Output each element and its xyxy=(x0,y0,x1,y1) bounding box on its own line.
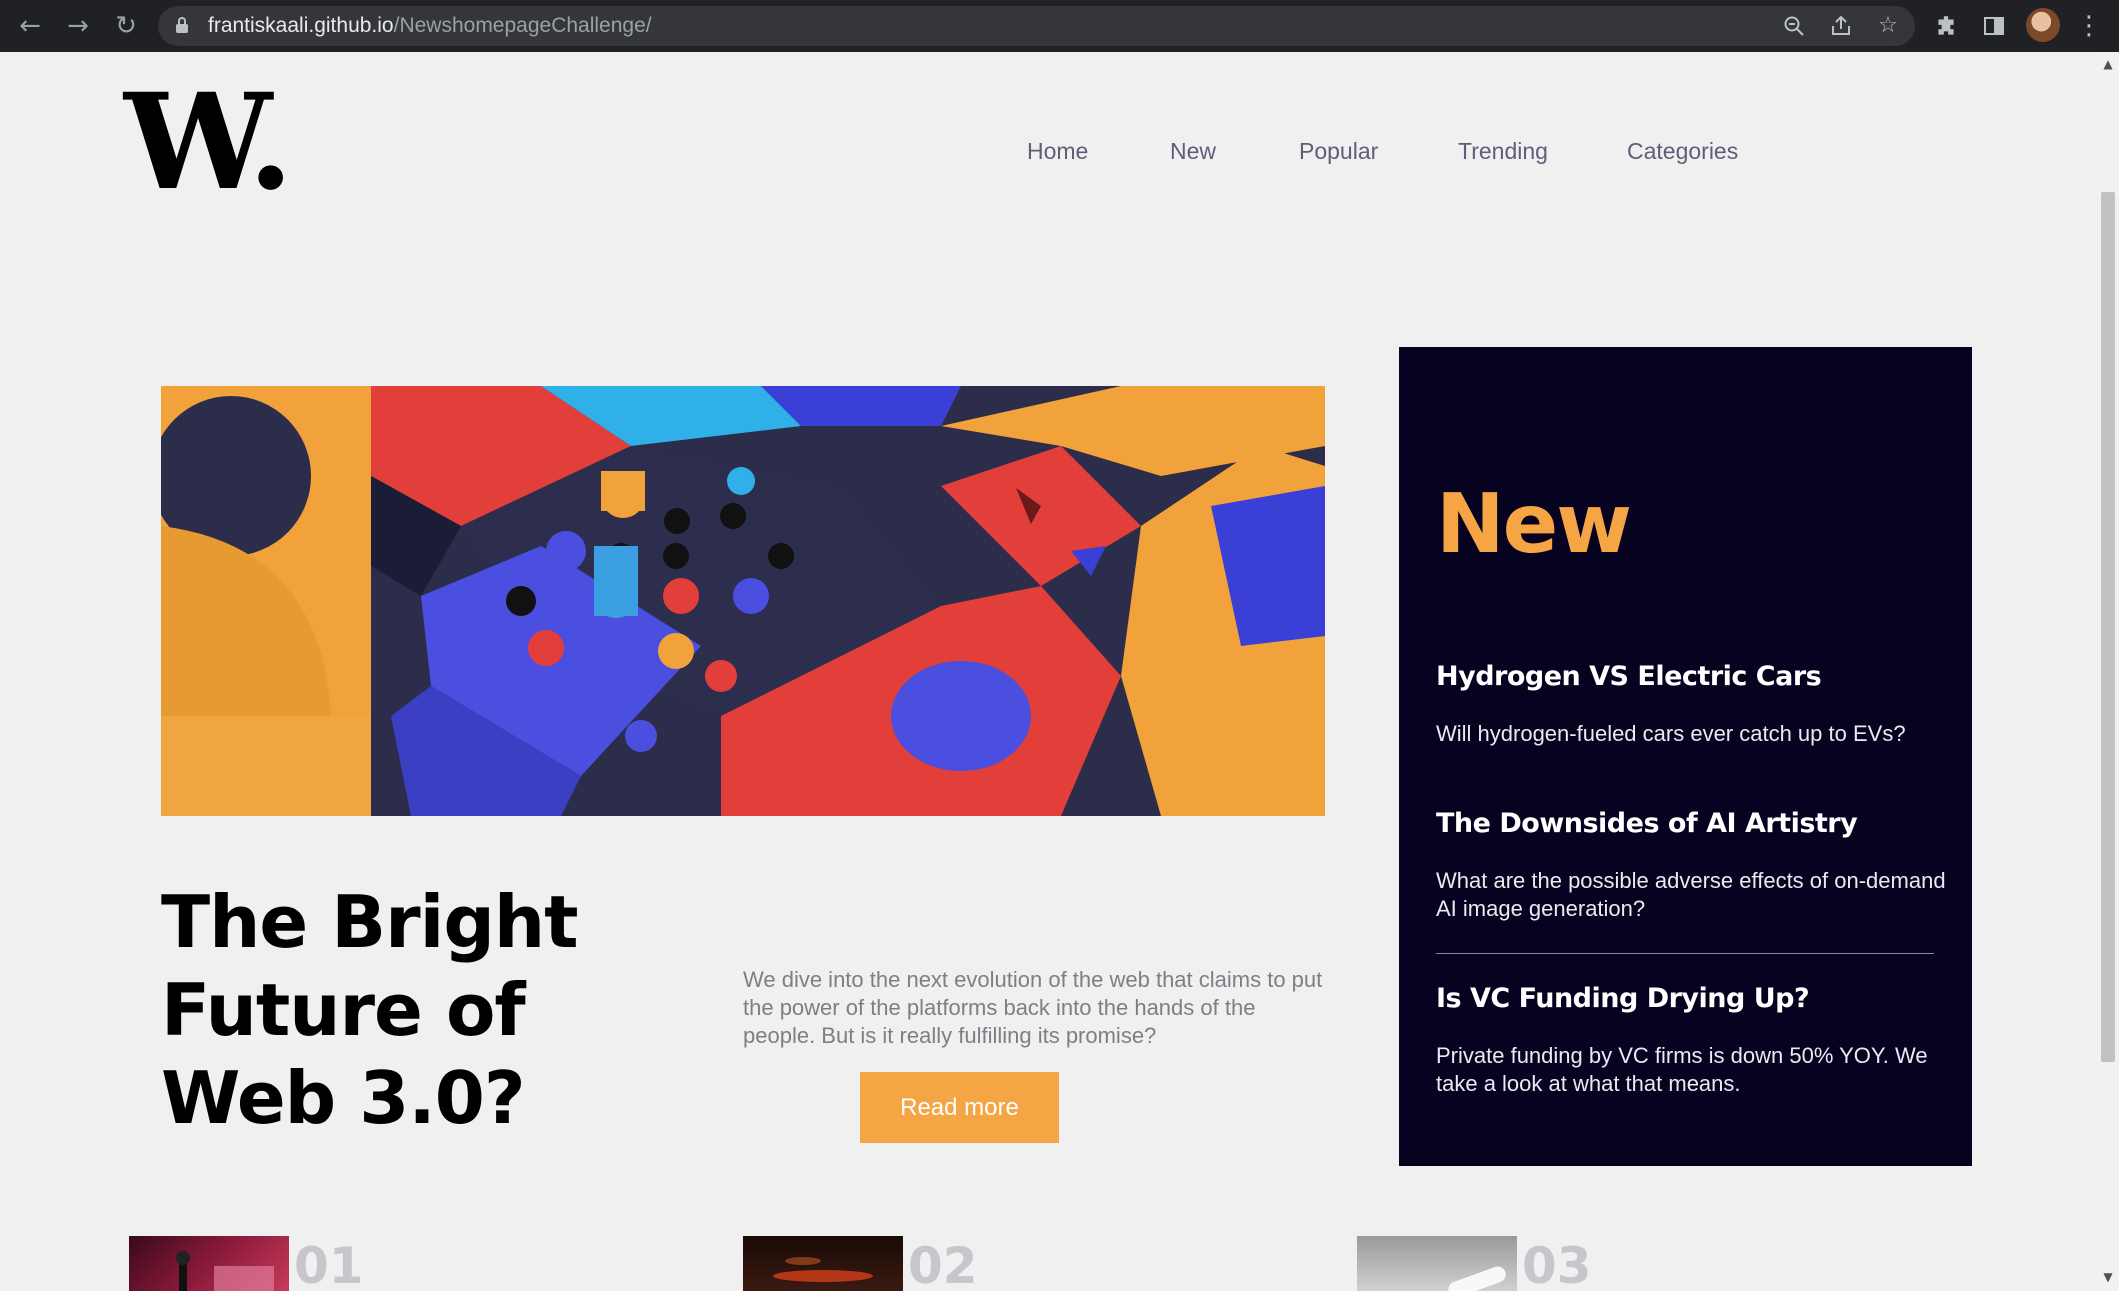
new-panel-title: New xyxy=(1436,477,1632,572)
side-panel-icon[interactable] xyxy=(1976,8,2012,44)
lock-icon[interactable] xyxy=(176,17,188,33)
reload-icon[interactable]: ↻ xyxy=(108,8,144,44)
nav-home[interactable]: Home xyxy=(1027,138,1088,165)
hero-intro: We dive into the next evolution of the w… xyxy=(743,967,1323,1048)
read-more-button[interactable]: Read more xyxy=(860,1072,1059,1143)
article-thumbnail[interactable] xyxy=(129,1236,289,1291)
hero-headline: The Bright Future of Web 3.0? xyxy=(161,880,579,1140)
share-icon[interactable] xyxy=(1825,10,1857,42)
new-article-item[interactable]: Is VC Funding Drying Up? Private funding… xyxy=(1436,983,1946,1098)
article-thumbnail[interactable] xyxy=(743,1236,903,1291)
nav-popular[interactable]: Popular xyxy=(1299,138,1378,165)
back-icon[interactable]: ← xyxy=(12,8,48,44)
hero-image xyxy=(161,386,1325,816)
forward-icon[interactable]: → xyxy=(60,8,96,44)
extensions-icon[interactable] xyxy=(1928,8,1964,44)
profile-avatar[interactable] xyxy=(2026,8,2060,42)
browser-toolbar: ← → ↻ frantiskaali.github.io/Newshomepag… xyxy=(0,0,2119,52)
scroll-up-icon[interactable]: ▲ xyxy=(2097,54,2119,74)
new-article-title[interactable]: The Downsides of AI Artistry xyxy=(1436,808,1946,839)
scroll-down-icon[interactable]: ▼ xyxy=(2097,1267,2119,1287)
article-number: 03 xyxy=(1522,1237,1592,1291)
nav-trending[interactable]: Trending xyxy=(1458,138,1548,165)
more-menu-icon[interactable]: ⋮ xyxy=(2074,8,2104,44)
scroll-thumb[interactable] xyxy=(2101,192,2115,1062)
nav-categories[interactable]: Categories xyxy=(1627,138,1738,165)
address-bar[interactable]: frantiskaali.github.io/NewshomepageChall… xyxy=(158,6,1915,46)
article-number: 02 xyxy=(908,1237,978,1291)
url-text[interactable]: frantiskaali.github.io/NewshomepageChall… xyxy=(208,14,652,38)
divider xyxy=(1436,953,1934,954)
zoom-icon[interactable] xyxy=(1778,10,1810,42)
new-article-summary: What are the possible adverse effects of… xyxy=(1436,868,1946,921)
article-number: 01 xyxy=(294,1237,364,1291)
url-path: /NewshomepageChallenge/ xyxy=(393,14,652,37)
new-article-title[interactable]: Is VC Funding Drying Up? xyxy=(1436,983,1946,1014)
new-articles-panel: New Hydrogen VS Electric Cars Will hydro… xyxy=(1399,347,1972,1166)
new-article-item[interactable]: The Downsides of AI Artistry What are th… xyxy=(1436,808,1946,923)
new-article-summary: Private funding by VC firms is down 50% … xyxy=(1436,1043,1928,1096)
site-logo[interactable]: W. xyxy=(124,68,294,218)
scrollbar[interactable]: ▲ ▼ xyxy=(2097,52,2119,1291)
new-article-summary: Will hydrogen-fueled cars ever catch up … xyxy=(1436,721,1906,746)
new-article-title[interactable]: Hydrogen VS Electric Cars xyxy=(1436,661,1946,692)
bookmark-star-icon[interactable]: ☆ xyxy=(1872,10,1904,42)
url-host: frantiskaali.github.io xyxy=(208,14,394,37)
nav-new[interactable]: New xyxy=(1170,138,1216,165)
article-thumbnail[interactable] xyxy=(1357,1236,1517,1291)
new-article-item[interactable]: Hydrogen VS Electric Cars Will hydrogen-… xyxy=(1436,661,1946,748)
